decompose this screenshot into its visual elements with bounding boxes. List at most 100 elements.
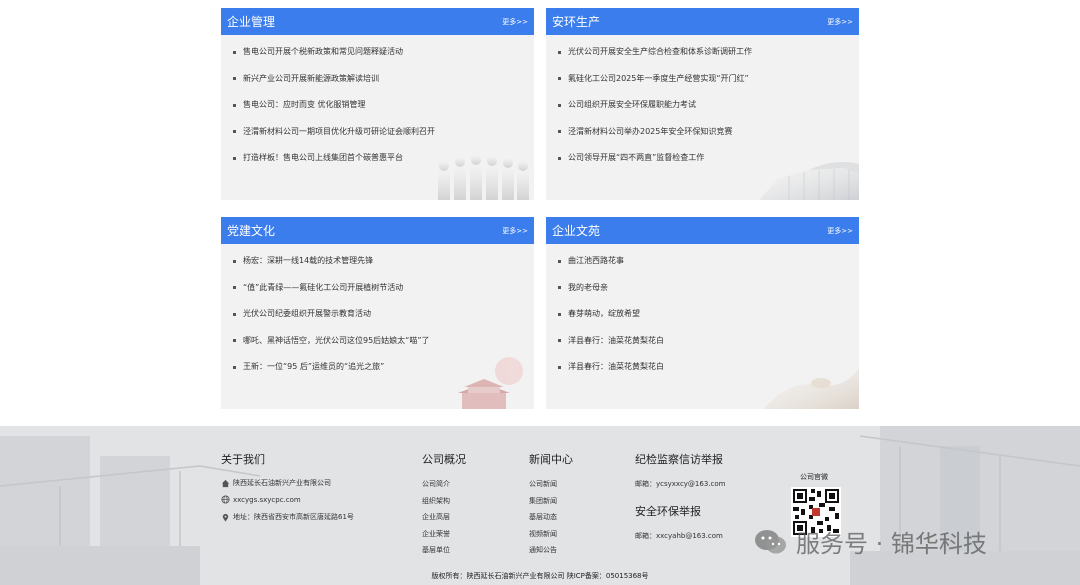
news-link[interactable]: 泾渭新材料公司一期项目优化升级可研论证会顺利召开	[243, 125, 435, 139]
list-item[interactable]: 洋县春行：油菜花黄梨花白	[558, 334, 859, 361]
panel-title: 安环生产	[552, 15, 601, 29]
panel-title: 企业管理	[227, 15, 276, 29]
bullet-icon	[558, 286, 561, 289]
news-link[interactable]: 杨宏：深耕一线14载的技术管理先锋	[243, 254, 373, 268]
bullet-icon	[233, 339, 236, 342]
panel-enterprise-literature: 企业文苑 更多>> 曲江池西路花事 我的老母亲 春芽萌动，绽放希望 洋县春行：油…	[546, 217, 859, 409]
footer-link[interactable]: 集团新闻	[529, 496, 557, 513]
footer-website-link[interactable]: xxcygs.sxycpc.com	[233, 496, 301, 504]
more-link[interactable]: 更多>>	[502, 226, 528, 236]
list-item[interactable]: 春芽萌动，绽放希望	[558, 307, 859, 334]
bullet-icon	[558, 259, 561, 263]
footer-address-row: 地址：陕西省西安市高新区唐延路61号	[221, 512, 354, 522]
panel-enterprise-management: 企业管理 更多>> 售电公司开展个税新政策和常见问题释疑活动 新兴产业公司开展新…	[221, 8, 534, 200]
list-item[interactable]: 氟硅化工公司2025年一季度生产经营实现“开门红”	[558, 72, 859, 99]
footer-link[interactable]: 公司新闻	[529, 479, 557, 496]
bullet-icon	[558, 365, 561, 369]
panel-header: 企业管理 更多>>	[221, 8, 534, 35]
footer-overview-links: 公司简介 组织架构 企业高层 企业荣誉 基层单位	[422, 479, 450, 562]
panel-party-culture: 党建文化 更多>> 杨宏：深耕一线14载的技术管理先锋 “值”此青绿——氟硅化工…	[221, 217, 534, 409]
news-link[interactable]: 哪吒、黑神话悟空，光伏公司这位95后姑娘太“喵”了	[243, 334, 429, 348]
bullet-icon	[233, 312, 236, 316]
footer-website-row: xxcygs.sxycpc.com	[221, 495, 301, 504]
news-link[interactable]: 曲江池西路花事	[568, 254, 624, 268]
bullet-icon	[558, 130, 561, 133]
news-list: 杨宏：深耕一线14载的技术管理先锋 “值”此青绿——氟硅化工公司开展植树节活动 …	[221, 244, 534, 387]
bullet-icon	[233, 77, 236, 80]
more-link[interactable]: 更多>>	[827, 226, 853, 236]
footer-link[interactable]: 基层动态	[529, 512, 557, 529]
footer-link[interactable]: 企业荣誉	[422, 529, 450, 546]
footer-company-row: 陕西延长石油新兴产业有限公司	[221, 478, 331, 488]
bullet-icon	[558, 312, 561, 316]
footer-address: 地址：陕西省西安市高新区唐延路61号	[233, 513, 354, 521]
list-item[interactable]: 打造样板！售电公司上线集团首个碳普惠平台	[233, 151, 534, 178]
list-item[interactable]: 曲江池西路花事	[558, 254, 859, 281]
list-item[interactable]: 新兴产业公司开展新能源政策解读培训	[233, 72, 534, 99]
list-item[interactable]: 光伏公司纪委组织开展警示教育活动	[233, 307, 534, 334]
panel-header: 安环生产 更多>>	[546, 8, 859, 35]
footer-link[interactable]: 企业高层	[422, 512, 450, 529]
bullet-icon	[233, 50, 236, 54]
panel-safety-production: 安环生产 更多>> 光伏公司开展安全生产综合检查和体系诊断调研工作 氟硅化工公司…	[546, 8, 859, 200]
list-item[interactable]: 杨宏：深耕一线14载的技术管理先锋	[233, 254, 534, 281]
home-icon	[221, 479, 230, 487]
location-pin-icon	[222, 513, 229, 522]
footer-link[interactable]: 通知公告	[529, 545, 557, 562]
more-link[interactable]: 更多>>	[502, 17, 528, 27]
bullet-icon	[233, 103, 236, 107]
panel-title: 企业文苑	[552, 224, 601, 238]
news-link[interactable]: 王新：一位“95 后”运维员的“追光之旅”	[243, 360, 384, 374]
news-link[interactable]: 我的老母亲	[568, 281, 608, 295]
list-item[interactable]: 哪吒、黑神话悟空，光伏公司这位95后姑娘太“喵”了	[233, 334, 534, 361]
panel-header: 企业文苑 更多>>	[546, 217, 859, 244]
site-footer: 关于我们 陕西延长石油新兴产业有限公司 xxcygs.sxycpc.com 地址…	[0, 426, 1080, 585]
list-item[interactable]: 王新：一位“95 后”运维员的“追光之旅”	[233, 360, 534, 387]
panel-header: 党建文化 更多>>	[221, 217, 534, 244]
wechat-icon	[755, 529, 786, 553]
news-link[interactable]: 氟硅化工公司2025年一季度生产经营实现“开门红”	[568, 72, 749, 86]
list-item[interactable]: 光伏公司开展安全生产综合检查和体系诊断调研工作	[558, 45, 859, 72]
footer-discipline-title: 纪检监察信访举报	[635, 453, 723, 466]
list-item[interactable]: 公司领导开展“四不两直”监督检查工作	[558, 151, 859, 178]
footer-link[interactable]: 基层单位	[422, 545, 450, 562]
panel-title: 党建文化	[227, 224, 276, 238]
news-link[interactable]: 公司组织开展安全环保履职能力考试	[568, 98, 696, 112]
news-link[interactable]: 售电公司开展个税新政策和常见问题释疑活动	[243, 45, 403, 59]
footer-link[interactable]: 公司简介	[422, 479, 450, 496]
bullet-icon	[558, 339, 561, 342]
bullet-icon	[233, 286, 236, 289]
list-item[interactable]: 公司组织开展安全环保履职能力考试	[558, 98, 859, 125]
footer-overview-title: 公司概况	[422, 453, 466, 466]
news-link[interactable]: 春芽萌动，绽放希望	[568, 307, 640, 321]
list-item[interactable]: 售电公司开展个税新政策和常见问题释疑活动	[233, 45, 534, 72]
watermark-text: 服务号 · 锦华科技	[796, 530, 987, 558]
footer-safety-email[interactable]: 邮箱：xxcyahb@163.com	[635, 531, 723, 541]
news-link[interactable]: 洋县春行：油菜花黄梨花白	[568, 334, 664, 348]
news-link[interactable]: 新兴产业公司开展新能源政策解读培训	[243, 72, 379, 86]
list-item[interactable]: “值”此青绿——氟硅化工公司开展植树节活动	[233, 281, 534, 308]
list-item[interactable]: 售电公司：应时而变 优化服销管理	[233, 98, 534, 125]
footer-about-title: 关于我们	[221, 453, 265, 466]
bullet-icon	[558, 50, 561, 54]
footer-discipline-email[interactable]: 邮箱：ycsyxxcy@163.com	[635, 479, 725, 489]
news-link[interactable]: 售电公司：应时而变 优化服销管理	[243, 98, 366, 112]
news-link[interactable]: “值”此青绿——氟硅化工公司开展植树节活动	[243, 281, 403, 295]
footer-link[interactable]: 视频新闻	[529, 529, 557, 546]
list-item[interactable]: 我的老母亲	[558, 281, 859, 308]
list-item[interactable]: 泾渭新材料公司举办2025年安全环保知识竞赛	[558, 125, 859, 152]
more-link[interactable]: 更多>>	[827, 17, 853, 27]
news-link[interactable]: 光伏公司纪委组织开展警示教育活动	[243, 307, 371, 321]
news-link[interactable]: 打造样板！售电公司上线集团首个碳普惠平台	[243, 151, 403, 165]
news-list: 光伏公司开展安全生产综合检查和体系诊断调研工作 氟硅化工公司2025年一季度生产…	[546, 35, 859, 178]
list-item[interactable]: 洋县春行：油菜花黄梨花白	[558, 360, 859, 387]
news-link[interactable]: 光伏公司开展安全生产综合检查和体系诊断调研工作	[568, 45, 752, 59]
bullet-icon	[558, 156, 561, 160]
news-link[interactable]: 洋县春行：油菜花黄梨花白	[568, 360, 664, 374]
footer-news-title: 新闻中心	[529, 453, 573, 466]
news-link[interactable]: 公司领导开展“四不两直”监督检查工作	[568, 151, 704, 165]
news-link[interactable]: 泾渭新材料公司举办2025年安全环保知识竞赛	[568, 125, 732, 139]
footer-link[interactable]: 组织架构	[422, 496, 450, 513]
news-list: 售电公司开展个税新政策和常见问题释疑活动 新兴产业公司开展新能源政策解读培训 售…	[221, 35, 534, 178]
list-item[interactable]: 泾渭新材料公司一期项目优化升级可研论证会顺利召开	[233, 125, 534, 152]
